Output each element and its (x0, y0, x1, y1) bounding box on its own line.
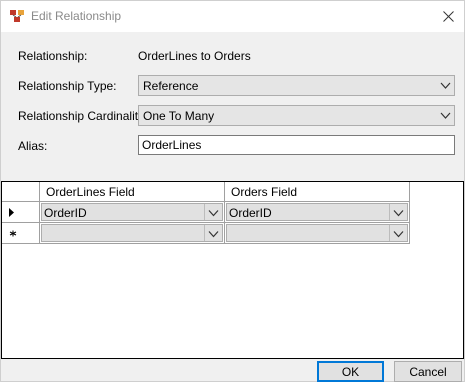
relationship-label: Relationship: (18, 49, 88, 63)
chevron-down-icon (440, 82, 451, 89)
table-cell[interactable] (40, 223, 225, 244)
chevron-down-icon (393, 210, 404, 217)
dropdown-separator (389, 204, 390, 220)
orders-field-select[interactable]: OrderID (226, 203, 408, 221)
relationship-cardinality-value: One To Many (143, 109, 215, 123)
table-cell[interactable]: OrderID (225, 202, 410, 223)
close-button[interactable] (433, 1, 464, 32)
alias-field[interactable] (138, 135, 455, 155)
orderlines-field-select[interactable]: OrderID (41, 203, 223, 221)
app-icon (10, 10, 24, 22)
orderlines-field-value: OrderID (44, 206, 87, 220)
chevron-down-icon (440, 112, 451, 119)
relationship-type-label: Relationship Type: (18, 79, 117, 93)
chevron-down-icon (208, 231, 219, 238)
column-header-orders-field[interactable]: Orders Field (225, 182, 410, 202)
row-header-current[interactable] (2, 202, 40, 223)
current-row-arrow-icon (9, 208, 14, 217)
relationship-value: OrderLines to Orders (138, 49, 251, 63)
relationship-type-select[interactable]: Reference (138, 75, 455, 96)
edit-relationship-dialog: Edit Relationship Relationship: OrderLin… (0, 0, 465, 382)
relationship-cardinality-label: Relationship Cardinality: (18, 109, 148, 123)
table-cell[interactable] (225, 223, 410, 244)
orders-field-select-new[interactable] (226, 224, 408, 242)
orderlines-field-select-new[interactable] (41, 224, 223, 242)
cancel-button[interactable]: Cancel (394, 361, 462, 382)
field-mapping-grid[interactable]: OrderLines Field Orders Field OrderID Or… (1, 181, 464, 359)
row-header-new[interactable] (2, 223, 40, 244)
chevron-down-icon (393, 231, 404, 238)
close-icon (443, 11, 454, 22)
alias-label: Alias: (18, 139, 48, 153)
table-cell[interactable]: OrderID (40, 202, 225, 223)
relationship-type-value: Reference (143, 79, 199, 93)
orders-field-value: OrderID (229, 206, 272, 220)
chevron-down-icon (208, 210, 219, 217)
alias-input[interactable] (139, 137, 449, 153)
relationship-cardinality-select[interactable]: One To Many (138, 105, 455, 126)
window-title: Edit Relationship (31, 9, 122, 23)
dropdown-separator (204, 225, 205, 241)
dropdown-separator (204, 204, 205, 220)
title-bar[interactable]: Edit Relationship (1, 1, 464, 32)
ok-button[interactable]: OK (317, 361, 384, 382)
column-header-orderlines-field[interactable]: OrderLines Field (40, 182, 225, 202)
new-row-asterisk-icon (9, 230, 17, 237)
dropdown-separator (389, 225, 390, 241)
grid-corner (2, 182, 40, 202)
